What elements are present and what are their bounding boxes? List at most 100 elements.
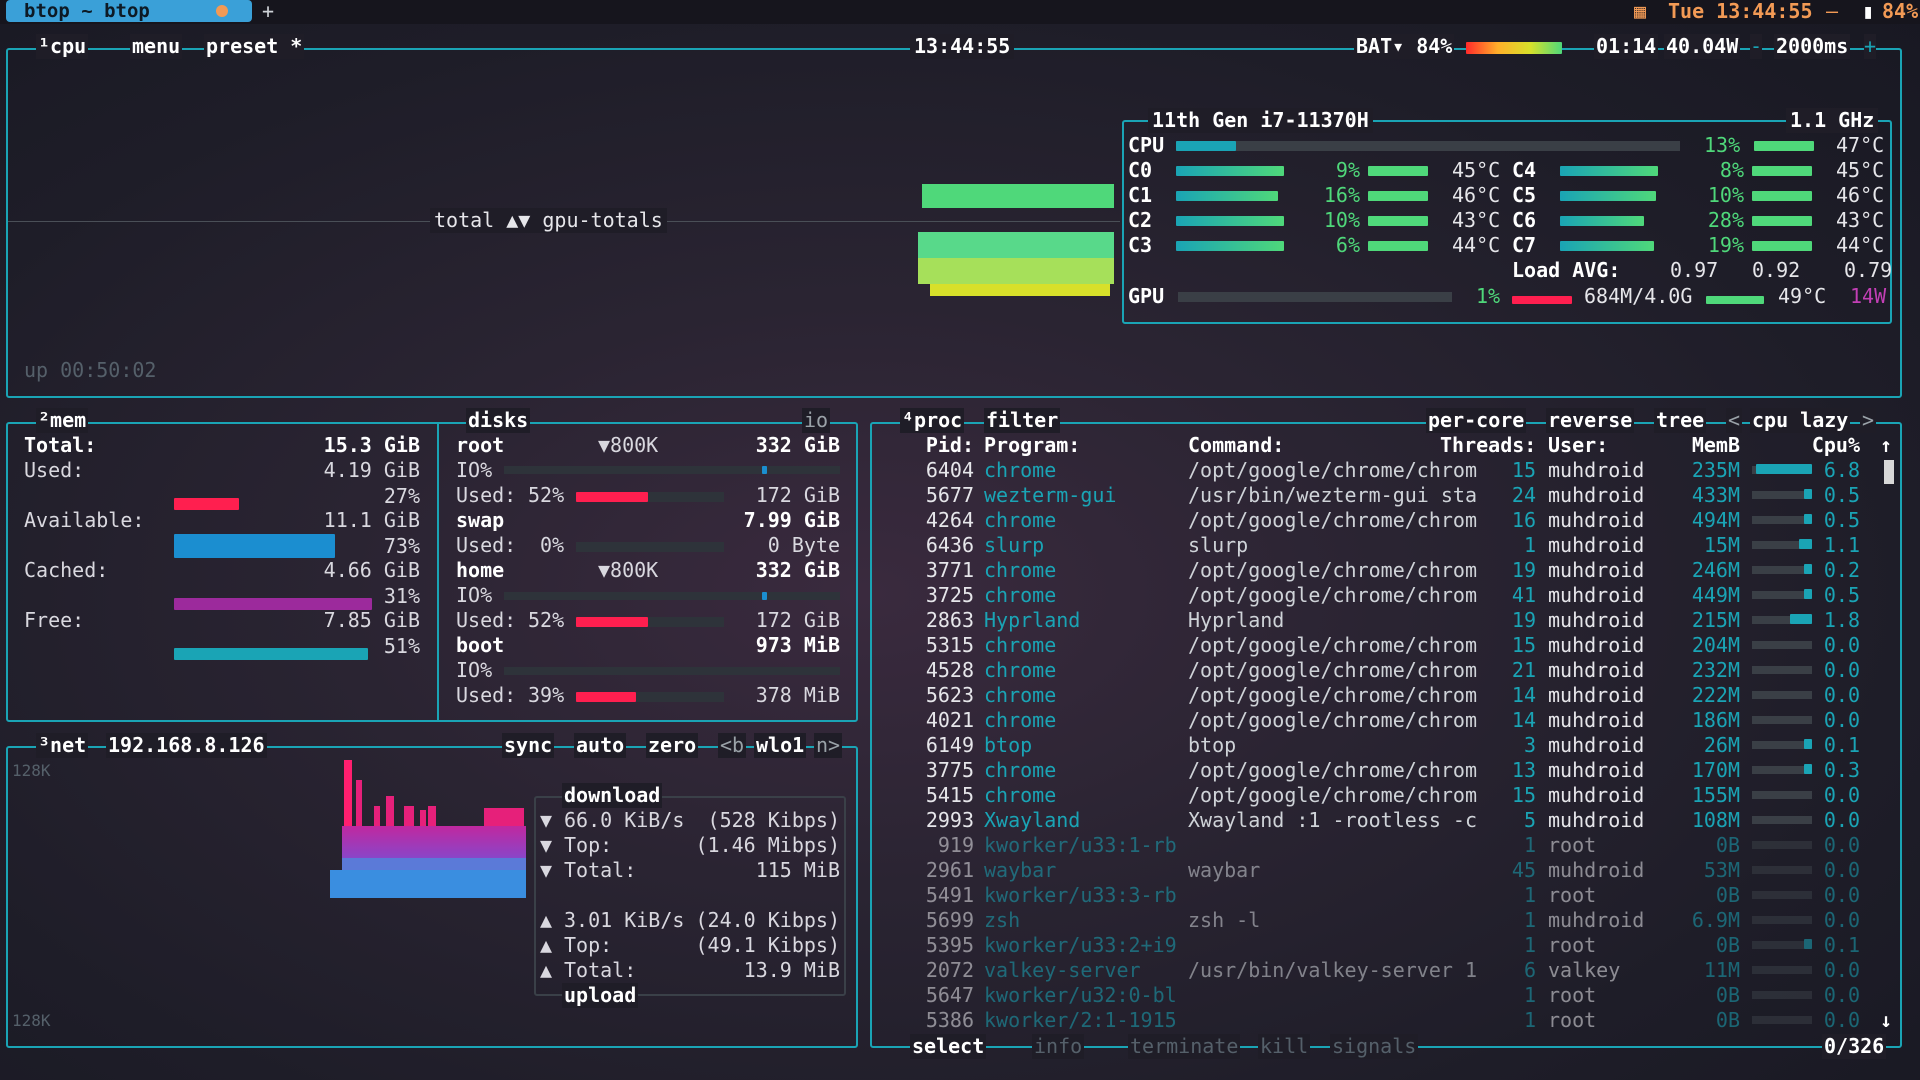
- sort-selector[interactable]: cpu lazy: [1750, 408, 1851, 433]
- scroll-up-icon[interactable]: ↑: [1880, 433, 1892, 458]
- select-label[interactable]: select: [910, 1034, 987, 1059]
- proc-program: chrome: [984, 658, 1057, 682]
- col-user[interactable]: User:: [1548, 433, 1608, 458]
- proc-command: /opt/google/chrome/chrom: [1188, 708, 1477, 732]
- proc-user: muhdroid: [1548, 758, 1645, 782]
- proc-user: muhdroid: [1548, 608, 1645, 632]
- auto-button[interactable]: auto: [574, 733, 627, 758]
- disk-root-used-bar: [576, 492, 648, 502]
- proc-threads: 24: [1511, 483, 1536, 507]
- proc-command: /opt/google/chrome/chrom: [1188, 783, 1477, 807]
- core-percent: 16%: [1323, 183, 1360, 207]
- disk-home-io-track: [504, 592, 840, 600]
- per-core-toggle[interactable]: per-core: [1426, 408, 1527, 433]
- proc-program: chrome: [984, 708, 1057, 732]
- proc-program: kworker/u33:2+i9: [984, 933, 1177, 957]
- proc-command: /opt/google/chrome/chrom: [1188, 683, 1477, 707]
- cpu-graph-label[interactable]: total ▲▼ gpu-totals: [430, 208, 667, 233]
- kill-button[interactable]: kill: [1258, 1034, 1311, 1059]
- upload-top: (49.1 Kibps): [695, 933, 841, 957]
- proc-box-title[interactable]: ⁴proc: [900, 408, 965, 433]
- preset-button[interactable]: preset *: [204, 34, 305, 59]
- proc-pid: 5415: [925, 783, 974, 807]
- gpu-temp: 49°C: [1778, 284, 1827, 308]
- col-cpu[interactable]: Cpu%: [1800, 433, 1860, 458]
- proc-pid: 3775: [925, 758, 974, 782]
- interval-increase[interactable]: +: [1864, 34, 1877, 59]
- proc-user: root: [1548, 933, 1597, 957]
- iface-next-button[interactable]: n>: [814, 733, 843, 758]
- disk-root-used-label: Used:: [456, 483, 517, 507]
- mem-box-title[interactable]: ²mem: [36, 408, 89, 433]
- proc-program: kworker/u33:1-rb: [984, 833, 1177, 857]
- core-percent: 6%: [1335, 233, 1360, 257]
- disk-boot-used: 378 MiB: [755, 683, 840, 707]
- cpu-total-temp: 47°C: [1836, 133, 1885, 157]
- power-draw: 40.04W: [1664, 34, 1741, 59]
- col-mem[interactable]: MemB: [1680, 433, 1740, 458]
- terminate-button[interactable]: terminate: [1128, 1034, 1241, 1059]
- download-kbps: (528 Kibps): [707, 808, 840, 832]
- menu-button[interactable]: menu: [130, 34, 183, 59]
- filter-button[interactable]: filter: [984, 408, 1061, 433]
- core-temp: 45°C: [1836, 158, 1885, 182]
- upload-total: 13.9 MiB: [743, 958, 840, 982]
- proc-pid: 6436: [925, 533, 974, 557]
- sort-next-button[interactable]: >: [1860, 408, 1877, 433]
- col-program[interactable]: Program:: [984, 433, 1080, 458]
- core-name: C7: [1512, 233, 1537, 257]
- proc-cpu-graph: [1752, 741, 1812, 749]
- new-tab-button[interactable]: +: [262, 0, 274, 24]
- io-toggle[interactable]: io: [802, 408, 831, 433]
- core-bar: [1560, 166, 1658, 176]
- scroll-down-icon[interactable]: ↓: [1880, 1008, 1892, 1033]
- proc-pid: 5623: [925, 683, 974, 707]
- col-command[interactable]: Command:: [1188, 433, 1284, 458]
- disk-root-io-label: IO%: [456, 458, 493, 482]
- proc-mem: 53M: [1703, 858, 1740, 882]
- core-bar: [1560, 241, 1654, 251]
- zero-button[interactable]: zero: [646, 733, 699, 758]
- cpu-box-title[interactable]: ¹cpu: [36, 34, 89, 59]
- interval-decrease[interactable]: -: [1750, 34, 1763, 59]
- net-box-title[interactable]: ³net: [36, 733, 89, 758]
- proc-scrollbar-thumb[interactable]: [1884, 460, 1894, 484]
- info-button[interactable]: info: [1032, 1034, 1085, 1059]
- mem-total-label: Total:: [24, 433, 97, 457]
- proc-command: /opt/google/chrome/chrom: [1188, 658, 1477, 682]
- iface-prev-button[interactable]: <b: [718, 733, 747, 758]
- system-clock: Tue 13:44:55: [1668, 0, 1813, 23]
- tree-toggle[interactable]: tree: [1654, 408, 1707, 433]
- proc-user: root: [1548, 883, 1597, 907]
- proc-user: muhdroid: [1548, 733, 1645, 757]
- proc-threads: 14: [1511, 683, 1536, 707]
- gpu-label: GPU: [1128, 284, 1165, 308]
- proc-user: muhdroid: [1548, 558, 1645, 582]
- sync-button[interactable]: sync: [502, 733, 555, 758]
- signals-button[interactable]: signals: [1330, 1034, 1419, 1059]
- proc-cpu-graph: [1752, 941, 1812, 949]
- proc-threads: 14: [1511, 708, 1536, 732]
- download-total-label: Total:: [564, 858, 637, 882]
- col-threads[interactable]: Threads:: [1440, 433, 1536, 458]
- gpu-track: [1178, 292, 1452, 302]
- proc-threads: 15: [1511, 633, 1536, 657]
- disk-home-io: ▼800K: [598, 558, 659, 582]
- tab-close-dot-icon[interactable]: [216, 5, 228, 17]
- proc-mem: 246M: [1691, 558, 1740, 582]
- sort-prev-button[interactable]: <: [1726, 408, 1743, 433]
- uptime: up 00:50:02: [24, 358, 157, 382]
- download-total-arrow-icon: ▼: [540, 858, 553, 882]
- battery-meter: [1466, 42, 1562, 54]
- proc-mem: 0B: [1715, 933, 1740, 957]
- proc-user: muhdroid: [1548, 658, 1645, 682]
- proc-mem: 232M: [1691, 658, 1740, 682]
- proc-program: chrome: [984, 458, 1057, 482]
- proc-user: root: [1548, 833, 1597, 857]
- reverse-toggle[interactable]: reverse: [1546, 408, 1635, 433]
- col-pid[interactable]: Pid:: [884, 433, 974, 458]
- proc-command: slurp: [1188, 533, 1249, 557]
- mem-available-label: Available:: [24, 508, 145, 532]
- proc-pid: 3725: [925, 583, 974, 607]
- proc-cpu-graph: [1752, 791, 1812, 799]
